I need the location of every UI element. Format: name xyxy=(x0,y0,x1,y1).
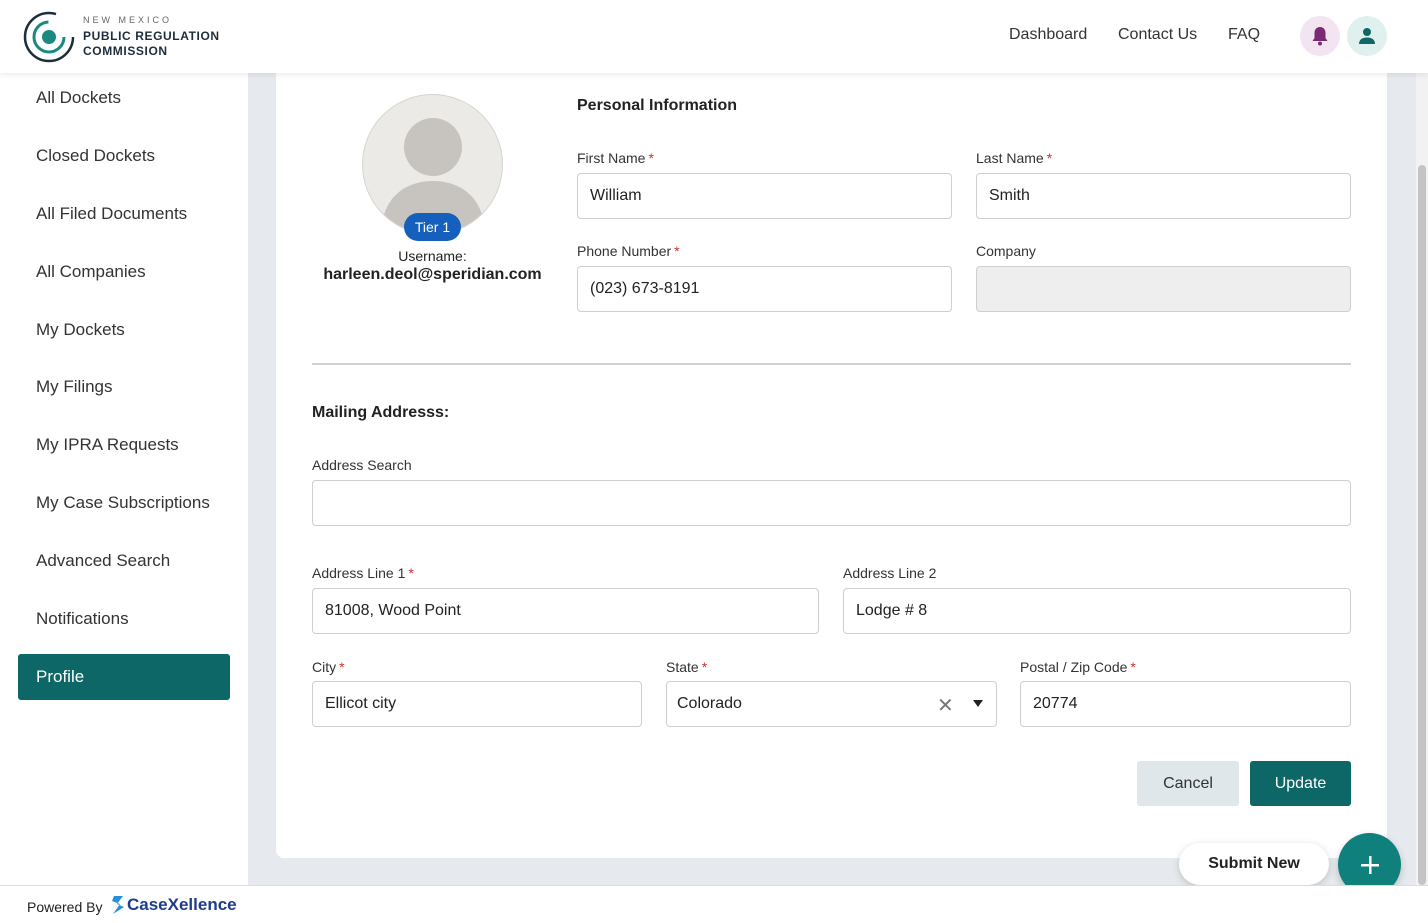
required-asterisk: * xyxy=(408,565,414,581)
user-icon xyxy=(1359,28,1375,44)
tier-badge: Tier 1 xyxy=(404,213,461,241)
logo-line-3: COMMISSION xyxy=(83,44,168,58)
mailing-address-title: Mailing Addresss: xyxy=(312,404,450,421)
sidebar-item-my-case-subscriptions[interactable]: My Case Subscriptions xyxy=(18,480,230,526)
required-asterisk: * xyxy=(648,150,654,166)
address-line-1-label: Address Line 1 * xyxy=(312,565,414,581)
state-label: State * xyxy=(666,659,707,675)
nav-dashboard[interactable]: Dashboard xyxy=(1009,26,1087,44)
city-label-text: City xyxy=(312,659,337,675)
account-button[interactable] xyxy=(1347,16,1387,56)
casexellence-mark-icon xyxy=(112,896,124,914)
phone-field[interactable] xyxy=(577,266,952,312)
logo-mark-icon xyxy=(23,11,75,63)
casexellence-logo: CaseXellence xyxy=(111,894,237,916)
address-line-1-label-text: Address Line 1 xyxy=(312,565,406,581)
clear-selection-icon[interactable]: ✕ xyxy=(937,693,954,718)
sidebar-item-my-dockets[interactable]: My Dockets xyxy=(18,307,230,353)
company-field xyxy=(976,266,1351,312)
city-label: City * xyxy=(312,659,345,675)
required-asterisk: * xyxy=(1046,150,1053,166)
nav-contact-us[interactable]: Contact Us xyxy=(1118,26,1197,44)
bell-icon xyxy=(1312,27,1328,46)
address-search-input[interactable] xyxy=(312,480,1351,526)
address-search-label: Address Search xyxy=(312,457,412,473)
required-asterisk: * xyxy=(339,659,345,675)
address-line-2-label: Address Line 2 xyxy=(843,565,937,581)
sidebar-item-advanced-search[interactable]: Advanced Search xyxy=(18,538,230,584)
last-name-label-text: Last Name xyxy=(976,150,1044,166)
brand-name: CaseXellence xyxy=(127,895,237,914)
required-asterisk: * xyxy=(1130,659,1136,675)
powered-by-label: Powered By xyxy=(27,899,103,915)
city-field[interactable] xyxy=(312,681,642,727)
company-label: Company xyxy=(976,243,1036,259)
cancel-button[interactable]: Cancel xyxy=(1137,761,1239,806)
username-value: harleen.deol@speridian.com xyxy=(323,266,542,283)
first-name-label: First Name * xyxy=(577,150,654,166)
state-select-value: Colorado xyxy=(677,695,742,712)
sidebar-item-notifications[interactable]: Notifications xyxy=(18,596,230,642)
required-asterisk: * xyxy=(674,243,680,259)
dropdown-caret-icon[interactable] xyxy=(973,700,983,707)
nav-faq[interactable]: FAQ xyxy=(1228,26,1260,44)
sidebar-item-my-filings[interactable]: My Filings xyxy=(18,364,230,410)
username-label: Username: xyxy=(398,248,467,264)
state-label-text: State xyxy=(666,659,699,675)
top-header: NEW MEXICO PUBLIC REGULATION COMMISSION … xyxy=(0,0,1428,73)
zip-label-text: Postal / Zip Code xyxy=(1020,659,1128,675)
zip-field[interactable] xyxy=(1020,681,1351,727)
address-line-2-field[interactable] xyxy=(843,588,1351,634)
sidebar-item-profile[interactable]: Profile xyxy=(18,654,230,700)
logo-line-2: PUBLIC REGULATION xyxy=(83,29,220,43)
logo-line-1: NEW MEXICO xyxy=(83,15,173,25)
logo-text: NEW MEXICO PUBLIC REGULATION COMMISSION xyxy=(83,16,220,59)
required-asterisk: * xyxy=(701,659,708,675)
sidebar-item-all-filed-documents[interactable]: All Filed Documents xyxy=(18,191,230,237)
footer: Powered By CaseXellence xyxy=(0,885,1428,923)
notifications-button[interactable] xyxy=(1300,16,1340,56)
personal-info-title: Personal Information xyxy=(577,97,738,114)
address-line-1-field[interactable] xyxy=(312,588,819,634)
update-button[interactable]: Update xyxy=(1250,761,1351,806)
section-divider xyxy=(312,363,1351,365)
sidebar-item-my-ipra-requests[interactable]: My IPRA Requests xyxy=(18,422,230,468)
phone-label: Phone Number * xyxy=(577,243,680,259)
plus-icon xyxy=(1360,855,1379,874)
sidebar: All Dockets Closed Dockets All Filed Doc… xyxy=(0,73,248,885)
sidebar-item-all-dockets[interactable]: All Dockets xyxy=(18,75,230,121)
first-name-label-text: First Name xyxy=(577,150,646,166)
submit-new-button[interactable]: Submit New xyxy=(1179,843,1329,885)
first-name-field[interactable] xyxy=(577,173,952,219)
last-name-field[interactable] xyxy=(976,173,1351,219)
zip-label: Postal / Zip Code * xyxy=(1020,659,1136,675)
last-name-label: Last Name * xyxy=(976,150,1052,166)
nm-prc-logo[interactable]: NEW MEXICO PUBLIC REGULATION COMMISSION xyxy=(22,10,222,64)
sidebar-item-closed-dockets[interactable]: Closed Dockets xyxy=(18,133,230,179)
scrollbar-thumb[interactable] xyxy=(1418,165,1426,885)
sidebar-item-all-companies[interactable]: All Companies xyxy=(18,249,230,295)
phone-label-text: Phone Number xyxy=(577,243,672,259)
